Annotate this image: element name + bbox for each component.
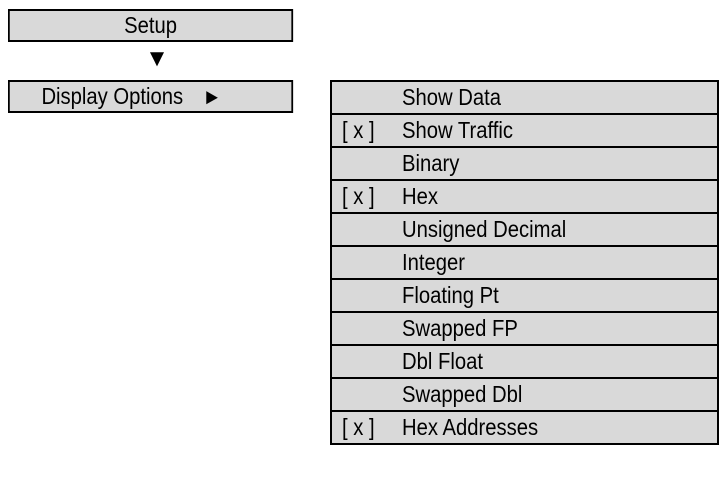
menu-item-hex-addresses[interactable]: [ x ] Hex Addresses xyxy=(332,412,717,445)
menu-item-swapped-fp[interactable]: Swapped FP xyxy=(332,313,717,346)
menu-item-label: Hex xyxy=(402,183,438,209)
menu-item-label: Floating Pt xyxy=(402,282,499,308)
menu-item-label: Show Traffic xyxy=(402,117,514,143)
menu-item-unsigned-decimal[interactable]: Unsigned Decimal xyxy=(332,214,717,247)
menu-item-label: Swapped FP xyxy=(402,315,518,341)
menu-item-swapped-dbl[interactable]: Swapped Dbl xyxy=(332,379,717,412)
right-arrow-icon: ► xyxy=(202,83,222,109)
checkmark-icon: [ x ] xyxy=(342,117,375,143)
display-options-label: Display Options xyxy=(41,83,184,109)
menu-item-hex[interactable]: [ x ] Hex xyxy=(332,181,717,214)
menu-item-show-data[interactable]: Show Data xyxy=(332,82,717,115)
menu-item-label: Swapped Dbl xyxy=(402,381,523,407)
menu-item-label: Integer xyxy=(402,249,466,275)
display-options-submenu: Show Data [ x ] Show Traffic Binary [ x … xyxy=(330,80,719,445)
menu-item-label: Binary xyxy=(402,150,460,176)
menu-item-label: Show Data xyxy=(402,84,502,110)
menu-item-floating-pt[interactable]: Floating Pt xyxy=(332,280,717,313)
menu-item-label: Unsigned Decimal xyxy=(402,216,567,242)
display-options-menu-item[interactable]: Display Options ► xyxy=(8,80,294,113)
menu-item-label: Dbl Float xyxy=(402,348,484,374)
menu-item-integer[interactable]: Integer xyxy=(332,247,717,280)
checkmark-icon: [ x ] xyxy=(342,414,375,440)
setup-menu-button[interactable]: Setup xyxy=(8,9,294,42)
menu-item-dbl-float[interactable]: Dbl Float xyxy=(332,346,717,379)
checkmark-icon: [ x ] xyxy=(342,183,375,209)
menu-item-show-traffic[interactable]: [ x ] Show Traffic xyxy=(332,115,717,148)
down-arrow-icon: ▼ xyxy=(145,45,169,72)
menu-item-label: Hex Addresses xyxy=(402,414,539,440)
menu-item-binary[interactable]: Binary xyxy=(332,148,717,181)
setup-label: Setup xyxy=(124,12,178,38)
